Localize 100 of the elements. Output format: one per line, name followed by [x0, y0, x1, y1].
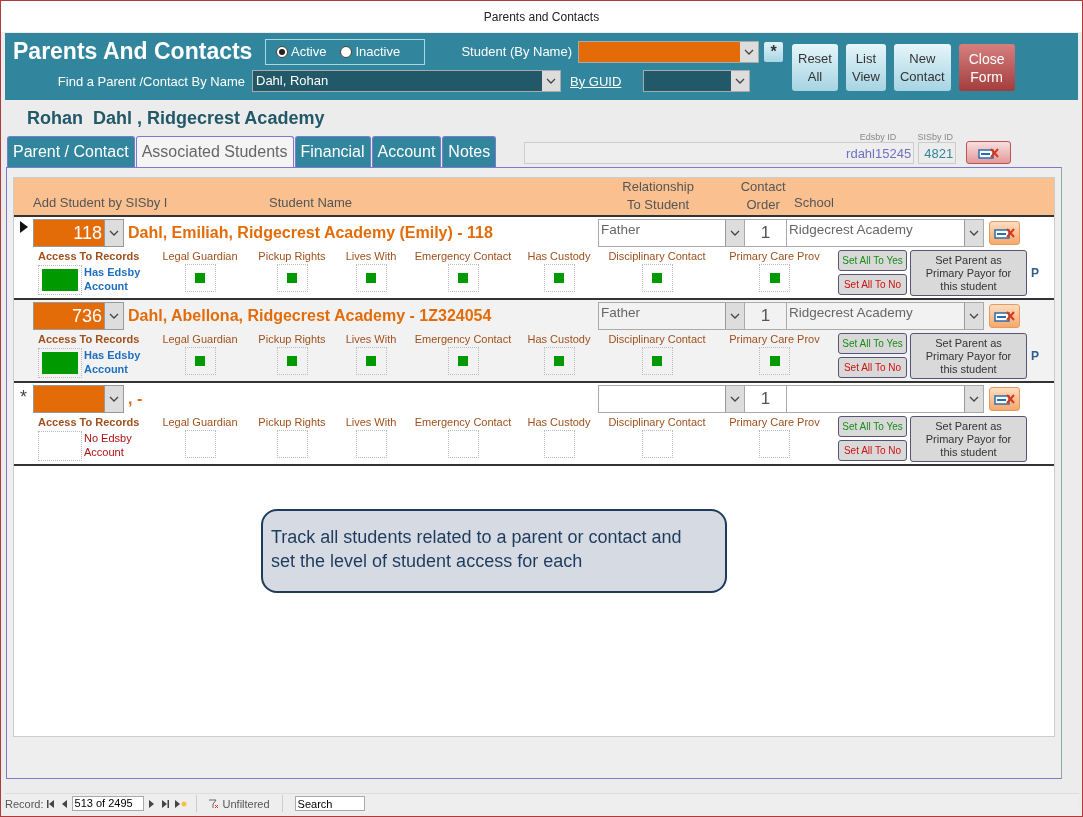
set-all-yes-button[interactable]: Set All To Yes — [838, 250, 907, 271]
delete-record-button[interactable] — [989, 304, 1020, 328]
sisby-id-combo[interactable]: 736 — [33, 302, 124, 330]
flag-checkbox[interactable] — [184, 264, 216, 292]
header-button[interactable]: Reset All — [792, 44, 838, 91]
primary-payor-button[interactable]: Set Parent as Primary Payor for this student — [910, 416, 1027, 462]
school-combo[interactable]: Ridgecrest Academy — [787, 302, 984, 330]
flag-checkbox[interactable] — [641, 264, 673, 292]
current-record-icon — [19, 221, 28, 233]
flag-checkbox[interactable] — [759, 430, 790, 458]
dropdown-button[interactable] — [731, 71, 750, 91]
flag-label: Pickup Rights — [258, 416, 326, 428]
tab[interactable]: Associated Students — [135, 136, 294, 167]
flag-checkbox[interactable] — [447, 264, 479, 292]
flag-checkbox[interactable] — [276, 347, 308, 375]
close-form-button[interactable]: Close Form — [958, 44, 1015, 91]
edsby-id-label: Edsby ID — [859, 132, 897, 142]
flag-label: Lives With — [345, 250, 397, 262]
tab[interactable]: Financial — [294, 136, 371, 167]
tab[interactable]: Parent / Contact — [7, 136, 135, 167]
flag-label: Legal Guardian — [162, 333, 238, 345]
clear-button[interactable]: * — [764, 41, 783, 62]
status-radio[interactable]: Active — [276, 44, 327, 59]
contact-order-field[interactable]: 1 — [745, 219, 787, 247]
relationship-combo[interactable] — [598, 385, 745, 413]
flag-checkbox[interactable] — [641, 430, 673, 458]
delete-record-button[interactable] — [989, 387, 1020, 411]
tab[interactable]: Account — [371, 136, 442, 167]
flag-checkbox[interactable] — [355, 430, 387, 458]
header-button[interactable]: List View — [845, 44, 886, 91]
caret-icon — [969, 313, 979, 319]
status-radio[interactable]: Inactive — [340, 44, 401, 59]
school-combo[interactable] — [787, 385, 984, 413]
callout-note: Track all students related to a parent or contact and set the level of student access for each — [261, 509, 727, 593]
guid-combo[interactable] — [643, 70, 751, 92]
find-contact-combo[interactable]: Dahl, Rohan — [252, 70, 561, 92]
dropdown-button[interactable] — [964, 386, 983, 412]
dropdown-button[interactable] — [725, 220, 744, 246]
set-all-no-button[interactable]: Set All To No — [838, 440, 907, 461]
caret-icon — [969, 396, 979, 402]
primary-payor-button[interactable]: Set Parent as Primary Payor for this student — [910, 250, 1027, 296]
flag-checkbox[interactable] — [447, 430, 479, 458]
primary-payor-button[interactable]: Set Parent as Primary Payor for this student — [910, 333, 1027, 379]
sisby-id-combo[interactable]: 118 — [33, 219, 124, 247]
next-record-icon — [146, 799, 155, 808]
flag-checkbox[interactable] — [447, 347, 479, 375]
student-name-combo[interactable] — [578, 40, 759, 63]
contact-order-field[interactable]: 1 — [745, 385, 787, 413]
flag-checkbox[interactable] — [184, 430, 216, 458]
delete-record-icon — [993, 226, 1016, 240]
tab[interactable]: Notes — [442, 136, 497, 167]
dropdown-button[interactable] — [964, 220, 983, 246]
flag-checkbox[interactable] — [543, 264, 575, 292]
student-search-label: Student (By Name) — [460, 44, 572, 59]
relationship-combo[interactable]: Father — [598, 302, 745, 330]
student-name: , - — [128, 390, 144, 408]
flag-checkbox[interactable] — [543, 430, 575, 458]
dropdown-button[interactable] — [104, 220, 123, 246]
flag-checkbox[interactable] — [759, 347, 790, 375]
header-button[interactable]: New Contact — [893, 44, 951, 91]
window-title: Parents and Contacts — [483, 9, 600, 24]
caret-icon — [744, 48, 754, 55]
dropdown-button[interactable] — [104, 303, 123, 329]
set-all-no-button[interactable]: Set All To No — [838, 274, 907, 295]
account-status: Has Edsby Account — [84, 265, 142, 294]
school-combo[interactable]: Ridgecrest Academy — [787, 219, 984, 247]
delete-contact-button[interactable] — [966, 141, 1012, 164]
by-guid-link[interactable]: By GUID — [570, 73, 622, 89]
filter-toggle[interactable]: Unfiltered — [202, 796, 276, 811]
delete-record-button[interactable] — [989, 221, 1020, 245]
flag-checkbox[interactable] — [184, 347, 216, 375]
flag-checkbox[interactable] — [276, 430, 308, 458]
account-status: No Edsby Account — [84, 431, 133, 460]
flag-checkbox[interactable] — [355, 264, 387, 292]
dropdown-button[interactable] — [542, 71, 560, 91]
set-all-no-button[interactable]: Set All To No — [838, 357, 907, 378]
flag-label: Legal Guardian — [162, 250, 238, 262]
dropdown-button[interactable] — [740, 41, 758, 62]
flag-checkbox[interactable] — [543, 347, 575, 375]
flag-checkbox[interactable] — [759, 264, 790, 292]
dropdown-button[interactable] — [104, 386, 123, 412]
flag-checkbox[interactable] — [355, 347, 387, 375]
sisby-id-label: SISby ID — [917, 132, 953, 142]
dropdown-button[interactable] — [725, 386, 744, 412]
caret-icon — [735, 78, 746, 84]
relationship-combo[interactable]: Father — [598, 219, 745, 247]
dropdown-button[interactable] — [964, 303, 983, 329]
flag-checkbox[interactable] — [276, 264, 308, 292]
column-header: Student Name — [269, 195, 353, 212]
search-field[interactable]: Search — [294, 796, 365, 811]
set-all-yes-button[interactable]: Set All To Yes — [838, 333, 907, 354]
caret-icon — [730, 396, 740, 402]
flag-label: Disciplinary Contact — [608, 416, 706, 428]
dropdown-button[interactable] — [725, 303, 744, 329]
record-position-field[interactable]: 513 of 2495 — [71, 796, 144, 811]
contact-name: Rohan Dahl , Ridgecrest Academy — [27, 108, 326, 130]
flag-checkbox[interactable] — [641, 347, 673, 375]
set-all-yes-button[interactable]: Set All To Yes — [838, 416, 907, 437]
sisby-id-combo[interactable] — [33, 385, 124, 413]
contact-order-field[interactable]: 1 — [745, 302, 787, 330]
